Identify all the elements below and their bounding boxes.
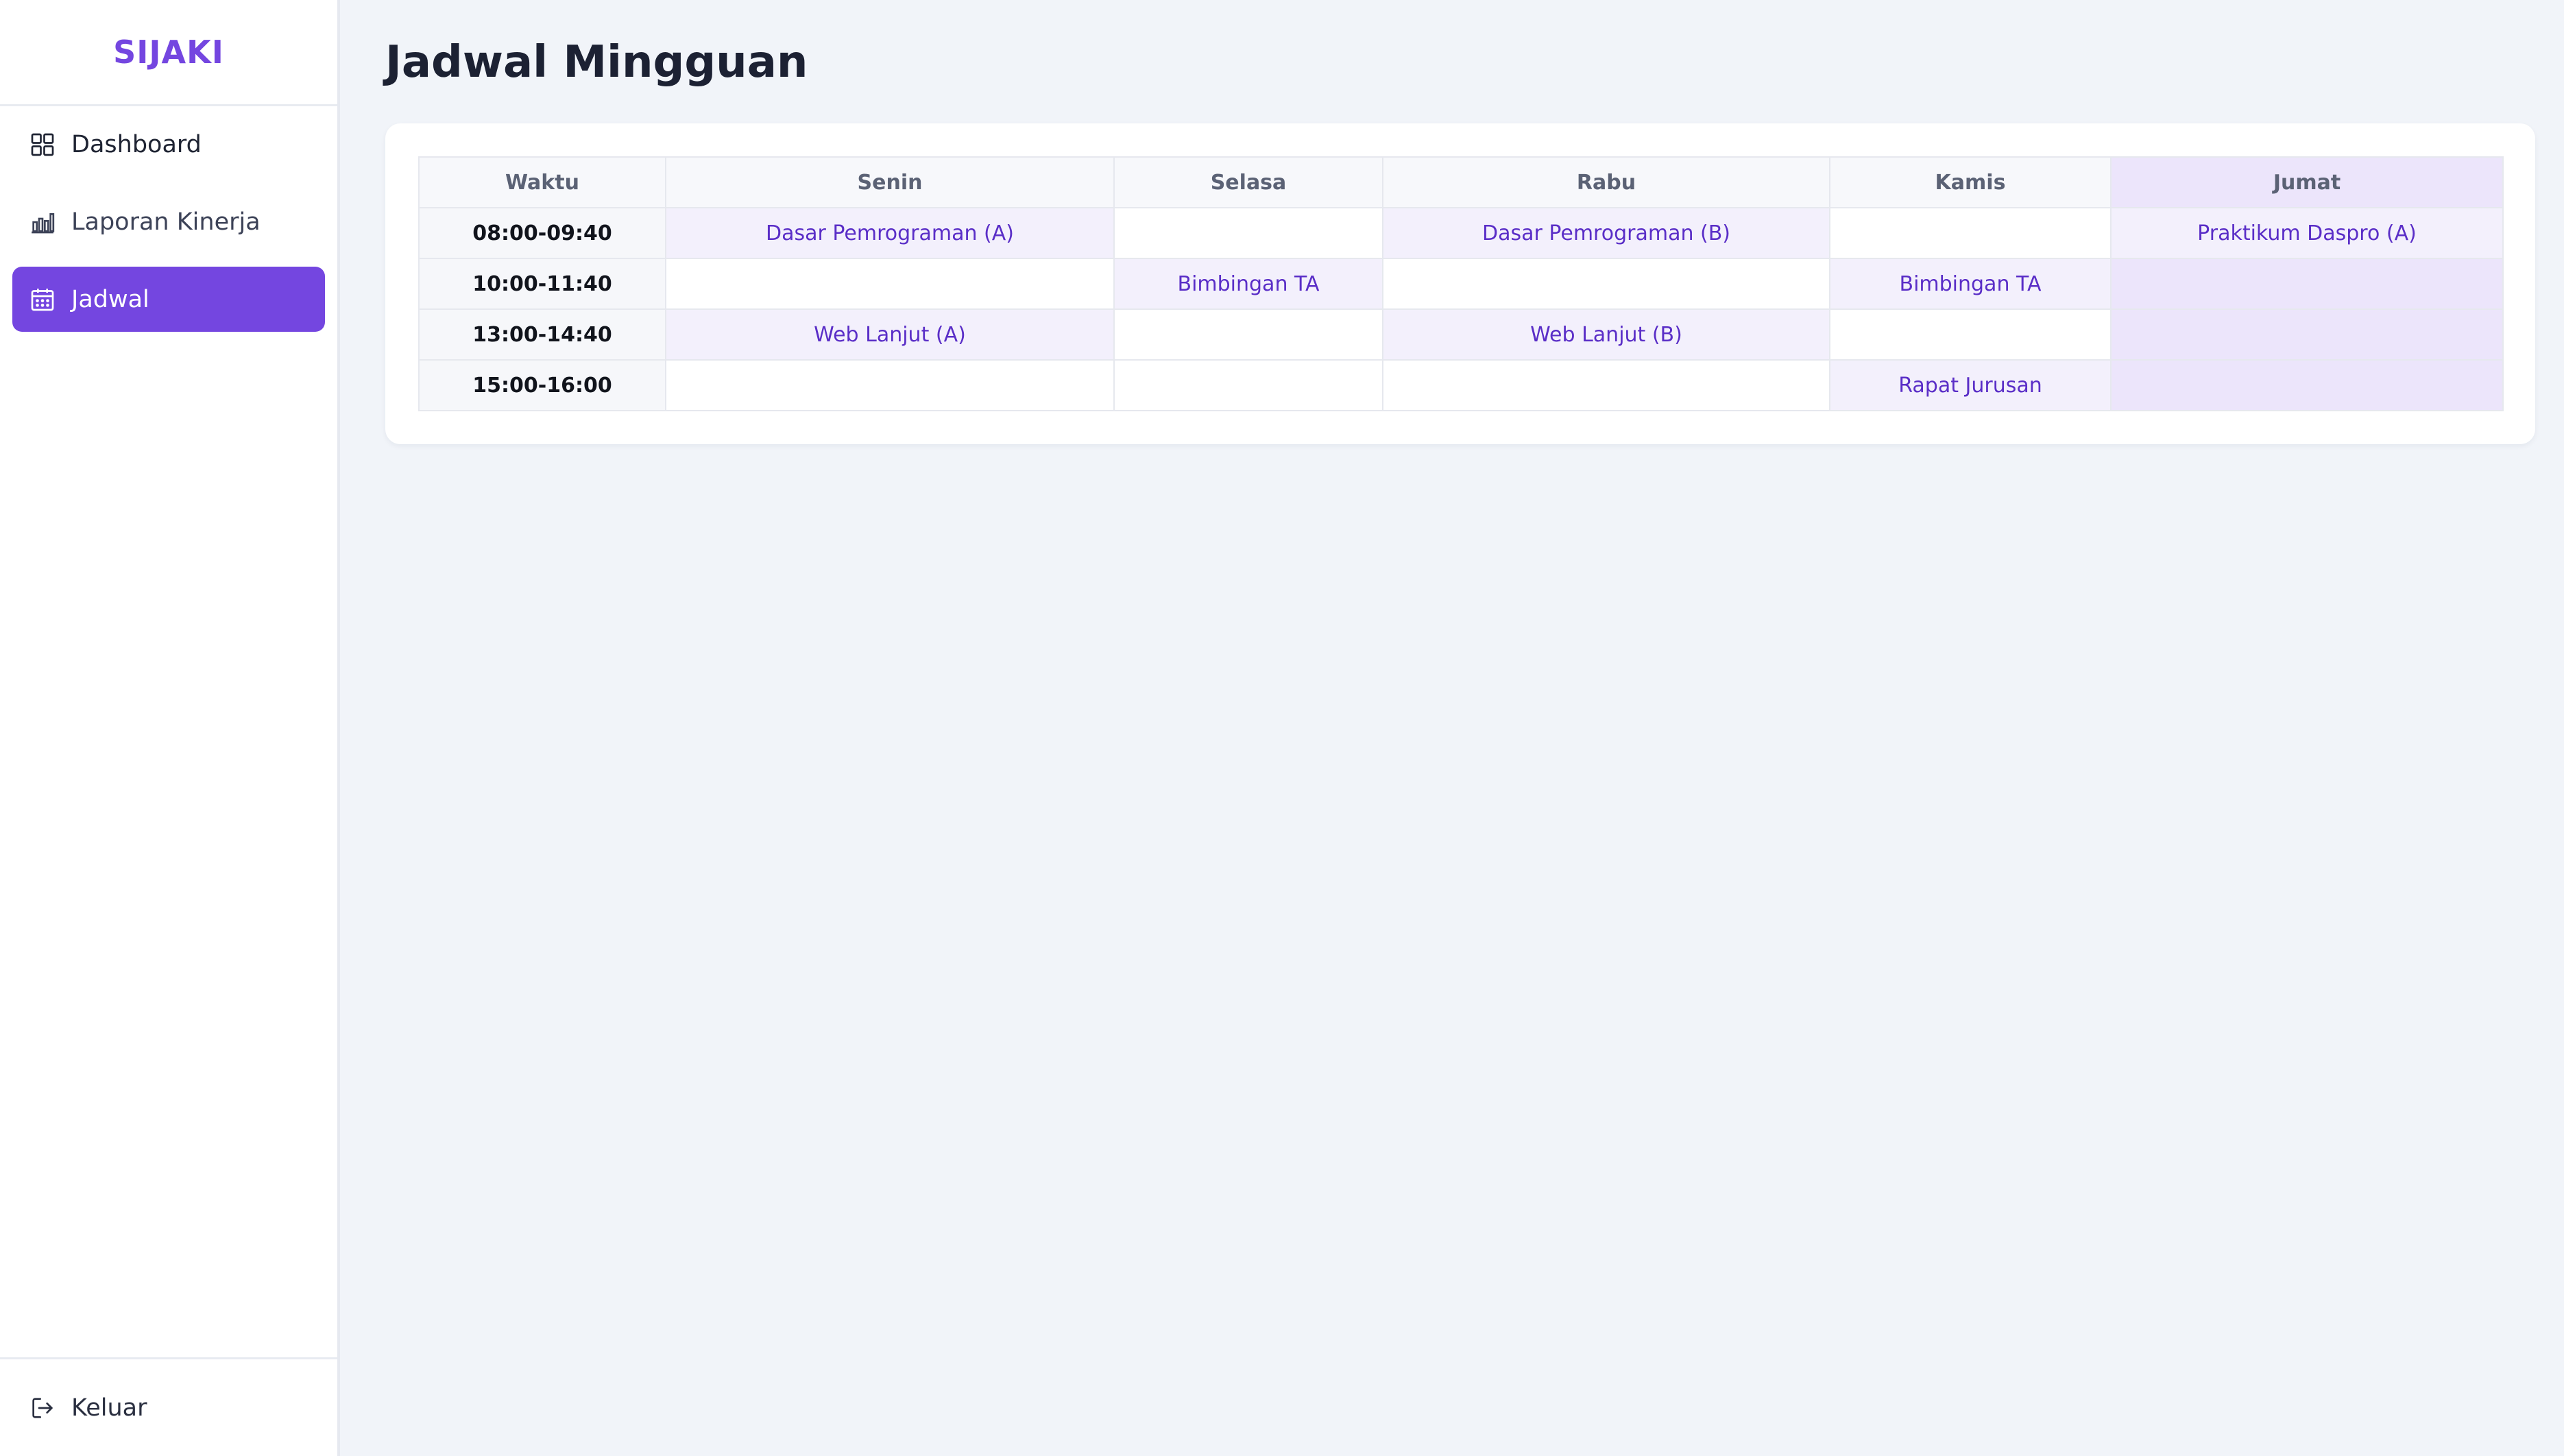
header-rabu: Rabu: [1382, 156, 1830, 208]
header-selasa: Selasa: [1113, 156, 1383, 208]
schedule-cell[interactable]: Bimbingan TA: [1113, 258, 1383, 310]
schedule-cell: [2110, 359, 2504, 411]
main-content: Jadwal Mingguan Waktu Senin Selasa Rabu …: [343, 0, 2564, 1456]
logout-label: Keluar: [71, 1394, 147, 1422]
schedule-table: Waktu Senin Selasa Rabu Kamis Jumat 08:0…: [418, 156, 2504, 411]
schedule-cell: [1382, 359, 1830, 411]
sidebar-nav: Dashboard Laporan Kinerja Jadwal: [0, 106, 337, 332]
schedule-cell: [1829, 207, 2112, 259]
logout-button[interactable]: Keluar: [0, 1357, 337, 1456]
header-kamis: Kamis: [1829, 156, 2112, 208]
schedule-card: Waktu Senin Selasa Rabu Kamis Jumat 08:0…: [385, 123, 2535, 444]
schedule-cell: [2110, 258, 2504, 310]
schedule-cell[interactable]: Bimbingan TA: [1829, 258, 2112, 310]
grid-icon: [29, 131, 56, 158]
table-row: 15:00-16:00 Rapat Jurusan: [418, 359, 2504, 411]
schedule-cell[interactable]: Dasar Pemrograman (B): [1382, 207, 1830, 259]
schedule-cell[interactable]: Dasar Pemrograman (A): [665, 207, 1115, 259]
sidebar: SIJAKI Dashboard Laporan Kinerja Jadwal …: [0, 0, 340, 1456]
page-title: Jadwal Mingguan: [385, 37, 808, 88]
calendar-icon: [29, 286, 56, 313]
logout-icon: [29, 1394, 56, 1422]
schedule-cell: [665, 258, 1115, 310]
schedule-cell[interactable]: Praktikum Daspro (A): [2110, 207, 2504, 259]
app-logo[interactable]: SIJAKI: [0, 0, 337, 106]
table-header-row: Waktu Senin Selasa Rabu Kamis Jumat: [418, 156, 2504, 208]
header-senin: Senin: [665, 156, 1115, 208]
sidebar-item-label: Jadwal: [71, 285, 149, 313]
table-row: 10:00-11:40 Bimbingan TA Bimbingan TA: [418, 258, 2504, 310]
schedule-cell: [1113, 207, 1383, 259]
table-row: 13:00-14:40 Web Lanjut (A) Web Lanjut (B…: [418, 308, 2504, 361]
schedule-cell[interactable]: Rapat Jurusan: [1829, 359, 2112, 411]
header-jumat: Jumat: [2110, 156, 2504, 208]
schedule-cell: [1382, 258, 1830, 310]
schedule-cell[interactable]: Web Lanjut (A): [665, 308, 1115, 361]
schedule-cell: [665, 359, 1115, 411]
schedule-cell: [1113, 308, 1383, 361]
time-cell: 08:00-09:40: [418, 207, 666, 259]
schedule-cell: [1113, 359, 1383, 411]
sidebar-item-dashboard[interactable]: Dashboard: [12, 112, 325, 177]
time-cell: 15:00-16:00: [418, 359, 666, 411]
sidebar-item-jadwal[interactable]: Jadwal: [12, 267, 325, 332]
schedule-cell[interactable]: Web Lanjut (B): [1382, 308, 1830, 361]
sidebar-item-label: Laporan Kinerja: [71, 208, 261, 236]
schedule-cell: [2110, 308, 2504, 361]
table-row: 08:00-09:40 Dasar Pemrograman (A) Dasar …: [418, 207, 2504, 259]
header-waktu: Waktu: [418, 156, 666, 208]
bar-chart-icon: [29, 208, 56, 236]
time-cell: 13:00-14:40: [418, 308, 666, 361]
time-cell: 10:00-11:40: [418, 258, 666, 310]
schedule-cell: [1829, 308, 2112, 361]
sidebar-item-laporan-kinerja[interactable]: Laporan Kinerja: [12, 189, 325, 254]
sidebar-item-label: Dashboard: [71, 130, 202, 158]
